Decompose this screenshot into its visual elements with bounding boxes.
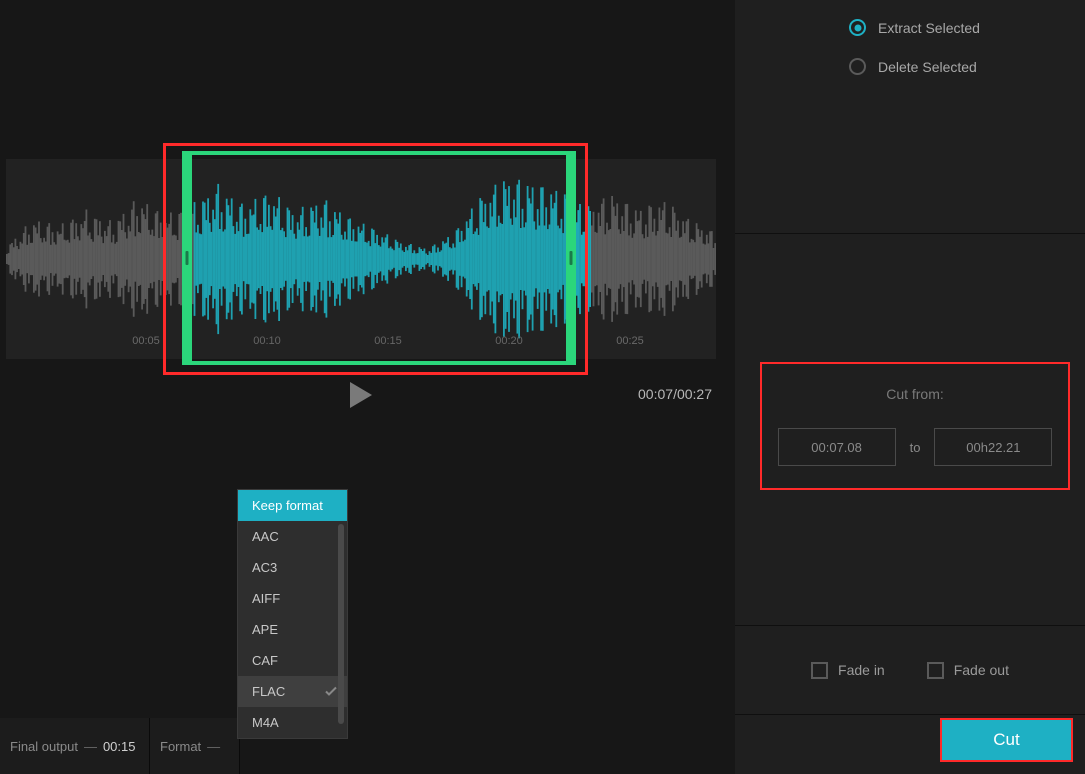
- cut-button[interactable]: Cut: [940, 718, 1073, 762]
- bottom-bar: Final output — 00:15 Format —: [0, 718, 735, 774]
- extract-label: Extract Selected: [878, 20, 980, 36]
- format-item[interactable]: CAF: [238, 645, 347, 676]
- format-item[interactable]: AIFF: [238, 583, 347, 614]
- format-dropdown[interactable]: Keep formatAACAC3AIFFAPECAFFLACM4A: [237, 489, 348, 739]
- fade-out-checkbox[interactable]: Fade out: [927, 662, 1009, 679]
- time-current: 00:07: [638, 386, 673, 402]
- time-total: 00:27: [677, 386, 712, 402]
- play-icon: [350, 382, 372, 408]
- time-tick: 00:25: [616, 335, 644, 347]
- selection-handle-start[interactable]: [182, 151, 192, 365]
- radio-icon: [849, 19, 866, 36]
- waveform-track[interactable]: 00:05 00:10 00:15 00:20 00:25: [6, 159, 716, 359]
- checkbox-icon: [811, 662, 828, 679]
- format-segment[interactable]: Format —: [150, 718, 240, 774]
- selection-region[interactable]: [182, 151, 572, 365]
- format-item[interactable]: APE: [238, 614, 347, 645]
- format-label: Format: [160, 739, 201, 754]
- format-item[interactable]: Keep format: [238, 490, 347, 521]
- side-panel: Extract Selected Delete Selected Cut fro…: [735, 0, 1085, 774]
- cut-from-section: Cut from: to: [760, 362, 1070, 490]
- format-item[interactable]: M4A: [238, 707, 347, 738]
- final-output-segment: Final output — 00:15: [0, 718, 150, 774]
- fade-in-checkbox[interactable]: Fade in: [811, 662, 885, 679]
- cut-from-label: Cut from:: [762, 364, 1068, 402]
- fade-section: Fade in Fade out: [735, 625, 1085, 715]
- final-output-label: Final output: [10, 739, 78, 754]
- selection-handle-end[interactable]: [566, 151, 576, 365]
- delete-selected-radio[interactable]: Delete Selected: [735, 47, 1085, 86]
- delete-label: Delete Selected: [878, 59, 977, 75]
- time-display: 00:07/00:27: [638, 386, 712, 402]
- cut-button-label: Cut: [993, 730, 1019, 750]
- final-output-value: 00:15: [103, 739, 136, 754]
- scrollbar[interactable]: [338, 524, 344, 724]
- cut-end-input[interactable]: [934, 428, 1052, 466]
- format-item[interactable]: AAC: [238, 521, 347, 552]
- play-button[interactable]: [350, 382, 372, 408]
- to-label: to: [910, 440, 921, 455]
- editor-main: 00:05 00:10 00:15 00:20 00:25 00:07/00:2…: [0, 0, 735, 774]
- extract-selected-radio[interactable]: Extract Selected: [735, 8, 1085, 47]
- format-item[interactable]: AC3: [238, 552, 347, 583]
- mode-section: Extract Selected Delete Selected: [735, 0, 1085, 234]
- fade-in-label: Fade in: [838, 662, 885, 678]
- checkbox-icon: [927, 662, 944, 679]
- check-icon: [325, 684, 337, 699]
- fade-out-label: Fade out: [954, 662, 1009, 678]
- cut-start-input[interactable]: [778, 428, 896, 466]
- format-item[interactable]: FLAC: [238, 676, 347, 707]
- radio-icon: [849, 58, 866, 75]
- time-tick: 00:05: [132, 335, 160, 347]
- cut-inputs: to: [762, 428, 1068, 466]
